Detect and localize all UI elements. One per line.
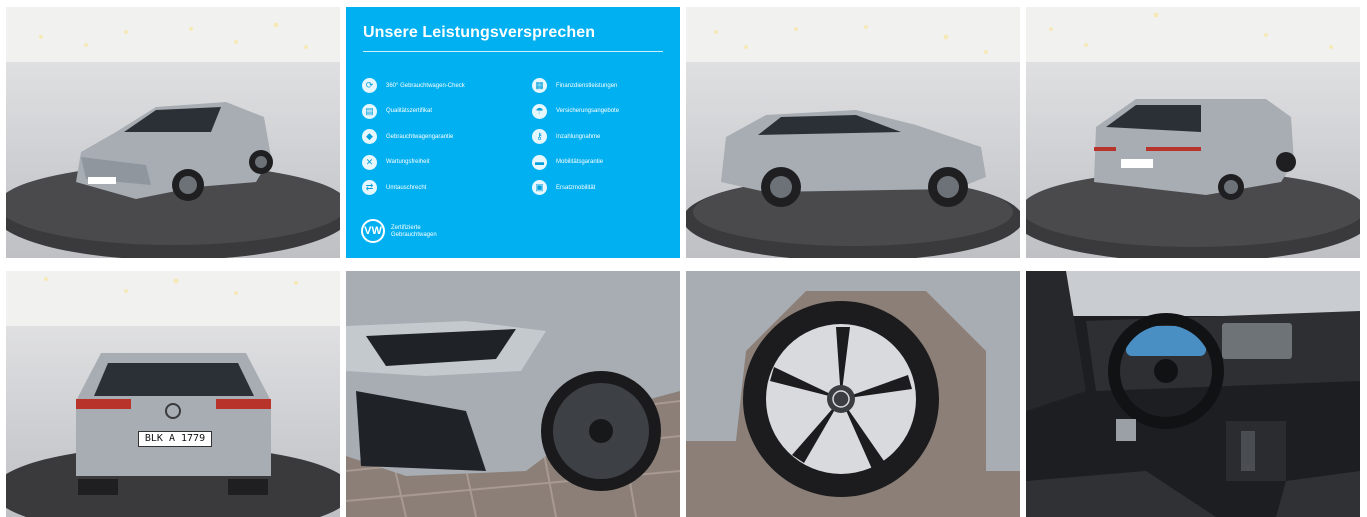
promise-item-finance: ▦ Finanzdienstleistungen	[532, 73, 680, 99]
car-icon: ▬	[532, 154, 547, 170]
car-front-three-quarter-image	[6, 7, 340, 258]
promise-item-warranty: ◆ Gebrauchtwagengarantie	[362, 124, 532, 150]
promise-item-insurance: ☂ Versicherungsangebote	[532, 99, 680, 125]
promise-item-check: ⟳ 360° Gebrauchtwagen-Check	[362, 73, 532, 99]
photo-gallery: Unsere Leistungsversprechen ⟳ 360° Gebra…	[0, 0, 1367, 517]
wrench-icon: ✕	[362, 154, 377, 170]
document-icon: ▦	[532, 78, 547, 94]
promise-item-label: Inzahlungnahme	[556, 133, 601, 140]
umbrella-icon: ☂	[532, 103, 547, 119]
promise-item-label: Finanzdienstleistungen	[556, 82, 618, 89]
exchange-arrows-icon: ⇄	[362, 180, 377, 196]
license-plate: BLK A 1779	[138, 431, 212, 447]
car-side-image	[686, 7, 1020, 258]
promise-item-label: 360° Gebrauchtwagen-Check	[386, 82, 465, 89]
promise-item-trade-in: ⚷ Inzahlungnahme	[532, 124, 680, 150]
key-icon: ⚷	[532, 129, 547, 145]
promise-item-label: Versicherungsangebote	[556, 108, 620, 115]
gallery-image-wheel-detail[interactable]	[686, 271, 1020, 517]
brand-label-line2: Gebrauchtwagen	[391, 232, 437, 238]
shield-icon: ◆	[362, 129, 377, 145]
brand-label-line1: Zertifizierte	[391, 225, 421, 231]
gallery-image-rear[interactable]: BLK A 1779	[6, 271, 340, 517]
promise-item-label: Gebrauchtwagengarantie	[386, 133, 454, 140]
promise-item-replacement-mobility: ▣ Ersatzmobilität	[532, 175, 680, 201]
promises-divider	[363, 51, 663, 52]
service-promises-card[interactable]: Unsere Leistungsversprechen ⟳ 360° Gebra…	[346, 7, 680, 258]
headlight-detail-image	[346, 271, 680, 517]
wheel-detail-image	[686, 271, 1020, 517]
gallery-image-front-three-quarter[interactable]	[6, 7, 340, 258]
car-rear-image	[6, 271, 340, 517]
vw-logo-icon: VW	[361, 219, 385, 243]
promise-item-label: Wartungsfreiheit	[386, 159, 430, 166]
gallery-image-headlight-detail[interactable]	[346, 271, 680, 517]
car-rear-three-quarter-image	[1026, 7, 1360, 258]
promises-list-left: ⟳ 360° Gebrauchtwagen-Check ▤ Qualitätsz…	[362, 73, 532, 201]
gallery-image-interior[interactable]	[1026, 271, 1360, 517]
promise-item-exchange: ⇄ Umtauschrecht	[362, 175, 532, 201]
replacement-car-icon: ▣	[532, 180, 547, 196]
gallery-image-side[interactable]	[686, 7, 1020, 258]
promises-title: Unsere Leistungsversprechen	[363, 24, 596, 41]
promise-item-label: Qualitätszertifikat	[386, 108, 433, 115]
certified-used-cars-label: Zertifizierte Gebrauchtwagen	[391, 225, 437, 239]
promise-item-certificate: ▤ Qualitätszertifikat	[362, 99, 532, 125]
promises-list-right: ▦ Finanzdienstleistungen ☂ Versicherungs…	[532, 73, 680, 201]
promise-item-label: Mobilitätsgarantie	[556, 159, 604, 166]
promise-item-label: Ersatzmobilität	[556, 184, 596, 191]
certificate-icon: ▤	[362, 103, 377, 119]
promise-item-maintenance: ✕ Wartungsfreiheit	[362, 150, 532, 176]
gallery-image-rear-three-quarter[interactable]	[1026, 7, 1360, 258]
car-check-icon: ⟳	[362, 78, 377, 94]
interior-cockpit-image	[1026, 271, 1360, 517]
promise-item-mobility-guarantee: ▬ Mobilitätsgarantie	[532, 150, 680, 176]
promise-item-label: Umtauschrecht	[386, 184, 427, 191]
